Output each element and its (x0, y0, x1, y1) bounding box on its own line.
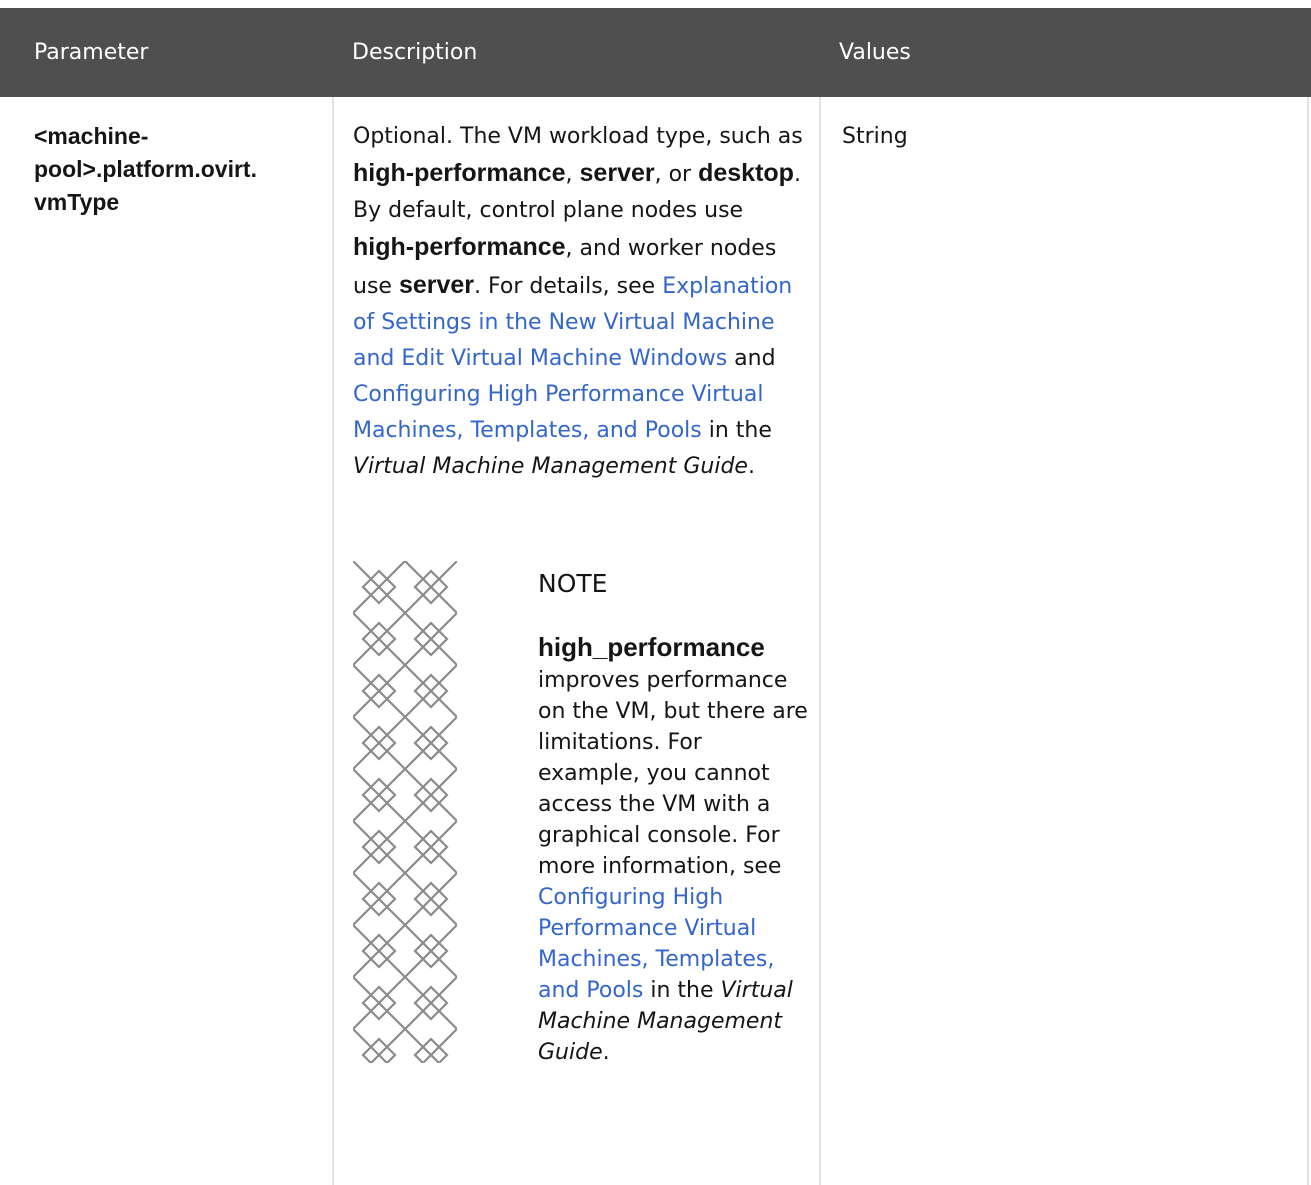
note-pattern-icon (353, 561, 457, 1063)
bold-term: high-performance (353, 159, 566, 187)
header-parameter: Parameter (34, 40, 149, 65)
parameter-table: Parameter Description Values <machine- p… (0, 0, 1311, 1185)
header-values: Values (839, 40, 911, 65)
note-title: NOTE (538, 569, 608, 598)
parameter-description: Optional. The VM workload type, such as … (353, 124, 803, 479)
bold-term: high-performance (353, 233, 566, 261)
bold-term: desktop (698, 159, 794, 187)
parameter-name: <machine- pool>.platform.ovirt. vmType (34, 123, 257, 215)
column-divider (819, 97, 821, 1185)
column-divider (332, 97, 334, 1185)
bold-term: high_performance (538, 632, 765, 662)
header-description: Description (352, 40, 478, 65)
table-header: Parameter Description Values (0, 8, 1311, 97)
note-body: high_performance improves performance on… (538, 632, 808, 1065)
column-divider (1307, 97, 1309, 1185)
bold-term: server (579, 159, 655, 187)
parameter-value: String (842, 124, 908, 149)
guide-title: Virtual Machine Management Guide (353, 454, 748, 479)
bold-term: server (398, 271, 475, 299)
